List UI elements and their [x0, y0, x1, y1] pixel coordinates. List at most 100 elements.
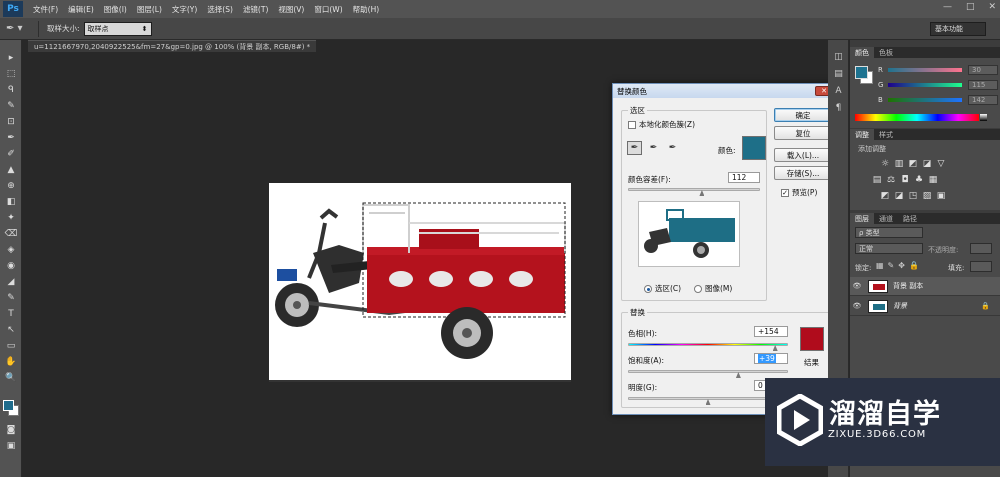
color-r-slider[interactable] [888, 68, 962, 72]
crop-tool-icon[interactable]: ⊡ [0, 114, 22, 130]
menu-window[interactable]: 窗口(W) [314, 4, 342, 15]
gradient-map-icon[interactable]: ▨ [922, 190, 933, 201]
dialog-titlebar[interactable]: 替换颜色 ✕ [613, 84, 837, 98]
maximize-button[interactable]: □ [966, 2, 975, 12]
marquee-tool-icon[interactable]: ⬚ [0, 66, 22, 82]
menu-edit[interactable]: 编辑(E) [68, 4, 94, 15]
channel-mixer-icon[interactable]: ▦ [928, 174, 939, 185]
menu-layer[interactable]: 图层(L) [137, 4, 162, 15]
brightness-icon[interactable]: ☼ [880, 158, 891, 169]
properties-icon[interactable]: ▤ [828, 65, 849, 82]
fuzziness-slider-track[interactable] [628, 188, 760, 191]
saturation-input[interactable]: +39 [754, 353, 788, 364]
blur-tool-icon[interactable]: ◈ [0, 242, 22, 258]
blend-mode-select[interactable]: 正常 [855, 243, 923, 254]
foreground-color-swatch[interactable] [3, 400, 14, 411]
quick-select-tool-icon[interactable]: ✎ [0, 98, 22, 114]
color-balance-icon[interactable]: ⚖ [886, 174, 897, 185]
eraser-tool-icon[interactable]: ✦ [0, 210, 22, 226]
eyedropper-tool-preset-icon[interactable]: ✒ ▾ [6, 20, 32, 38]
lock-icons[interactable]: ▦✎✥🔒 [876, 261, 923, 270]
history-brush-tool-icon[interactable]: ◧ [0, 194, 22, 210]
pen-variant-tool-icon[interactable]: ✎ [0, 290, 22, 306]
saturation-slider-track[interactable] [628, 370, 788, 373]
radio-image-option[interactable]: 图像(M) [694, 283, 732, 294]
tab-layers[interactable]: 图层 [850, 213, 874, 224]
tab-swatches[interactable]: 色板 [874, 47, 898, 58]
color-b-slider[interactable] [888, 98, 962, 102]
history-icon[interactable]: ◫ [828, 48, 849, 65]
hue-input[interactable]: +154 [754, 326, 788, 337]
photo-filter-icon[interactable]: ♣ [914, 174, 925, 185]
preview-option[interactable]: 预览(P) [781, 187, 817, 198]
type-tool-icon[interactable]: T [0, 306, 22, 322]
dodge-tool-icon[interactable]: ◉ [0, 258, 22, 274]
radio-selection[interactable] [644, 284, 652, 293]
hue-saturation-icon[interactable]: ▤ [872, 174, 883, 185]
reset-button[interactable]: 复位 [774, 126, 832, 140]
menu-view[interactable]: 视图(V) [278, 4, 304, 15]
quick-mask-icon[interactable]: ◙ [0, 422, 22, 438]
tab-channels[interactable]: 通道 [874, 213, 898, 224]
close-window-button[interactable]: ✕ [988, 2, 996, 12]
tab-paths[interactable]: 路径 [898, 213, 922, 224]
menu-filter[interactable]: 滤镜(T) [243, 4, 268, 15]
document-tab[interactable]: u=1121667970,2040922525&fm=27&gp=0.jpg @… [28, 40, 317, 52]
zoom-tool-icon[interactable]: 🔍 [0, 370, 22, 386]
lasso-tool-icon[interactable]: ᑫ [0, 82, 22, 98]
preview-checkbox[interactable] [781, 188, 789, 197]
color-g-input[interactable]: 115 [968, 80, 998, 90]
gradient-tool-icon[interactable]: ⌫ [0, 226, 22, 242]
document-canvas[interactable] [269, 183, 571, 382]
menu-select[interactable]: 选择(S) [207, 4, 233, 15]
eye-icon[interactable]: 👁 [850, 282, 864, 290]
radio-image[interactable] [694, 284, 702, 293]
menu-file[interactable]: 文件(F) [33, 4, 58, 15]
fill-input[interactable] [970, 261, 992, 272]
save-button[interactable]: 存储(S)... [774, 166, 832, 180]
levels-icon[interactable]: ▥ [894, 158, 905, 169]
load-button[interactable]: 载入(L)... [774, 148, 832, 162]
eyedropper-icon[interactable]: ✒ [627, 141, 642, 155]
selective-color-icon[interactable]: ▣ [936, 190, 947, 201]
clone-stamp-tool-icon[interactable]: ⊕ [0, 178, 22, 194]
menu-type[interactable]: 文字(Y) [172, 4, 197, 15]
eyedropper-tool-icon[interactable]: ✒ [0, 130, 22, 146]
opacity-input[interactable] [970, 243, 992, 254]
localized-clusters-option[interactable]: 本地化颜色簇(Z) [628, 119, 695, 130]
character-icon[interactable]: A [828, 82, 849, 99]
path-selection-tool-icon[interactable]: ↖ [0, 322, 22, 338]
curves-icon[interactable]: ◩ [908, 158, 919, 169]
tab-styles[interactable]: 样式 [874, 129, 898, 140]
selection-color-swatch[interactable] [742, 136, 766, 160]
layer-row[interactable]: 👁 背景 🔒 [850, 297, 1000, 316]
tab-adjustments[interactable]: 调整 [850, 129, 874, 140]
ok-button[interactable]: 确定 [774, 108, 832, 122]
color-g-slider[interactable] [888, 83, 962, 87]
color-b-input[interactable]: 142 [968, 95, 998, 105]
eyedropper-plus-icon[interactable]: ✒ [646, 141, 661, 155]
healing-brush-tool-icon[interactable]: ✐ [0, 146, 22, 162]
menu-image[interactable]: 图像(I) [104, 4, 127, 15]
sample-size-select[interactable]: 取样点 ⬍ [83, 21, 152, 36]
black-white-ramp[interactable] [980, 114, 987, 121]
fuzziness-input[interactable]: 112 [728, 172, 760, 183]
radio-selection-option[interactable]: 选区(C) [644, 283, 681, 294]
paragraph-icon[interactable]: ¶ [828, 99, 849, 116]
black-white-icon[interactable]: ◘ [900, 174, 911, 185]
vibrance-icon[interactable]: ▽ [936, 158, 947, 169]
color-r-input[interactable]: 30 [968, 65, 998, 75]
hand-tool-icon[interactable]: ✋ [0, 354, 22, 370]
rectangle-tool-icon[interactable]: ▭ [0, 338, 22, 354]
minimize-button[interactable]: — [943, 2, 952, 12]
eye-icon[interactable]: 👁 [850, 302, 864, 310]
posterize-icon[interactable]: ◪ [894, 190, 905, 201]
result-color-swatch[interactable] [800, 327, 824, 351]
invert-icon[interactable]: ◩ [880, 190, 891, 201]
localized-clusters-checkbox[interactable] [628, 120, 636, 129]
layer-row[interactable]: 👁 背景 副本 [850, 277, 1000, 296]
layer-filter-select[interactable]: ρ 类型 [855, 227, 923, 238]
tab-color[interactable]: 颜色 [850, 47, 874, 58]
panel-foreground-swatch[interactable] [855, 66, 868, 79]
pen-tool-icon[interactable]: ◢ [0, 274, 22, 290]
